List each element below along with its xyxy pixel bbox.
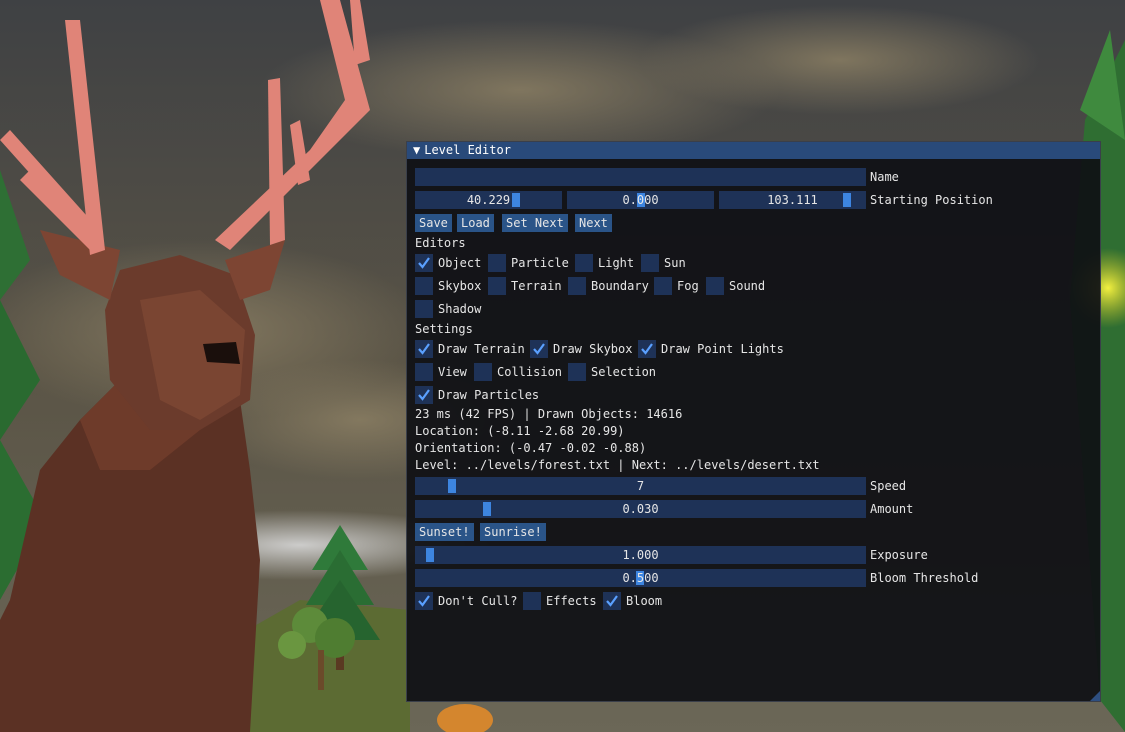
sunset-button[interactable]: Sunset! xyxy=(415,523,474,541)
particle-label: Particle xyxy=(511,256,569,270)
draw-point-lights-label: Draw Point Lights xyxy=(661,342,784,356)
perf-stats: 23 ms (42 FPS) | Drawn Objects: 14616 xyxy=(415,407,683,421)
selection-label: Selection xyxy=(591,365,657,379)
terrain-checkbox[interactable] xyxy=(488,277,506,295)
fog-checkbox[interactable] xyxy=(654,277,672,295)
object-checkbox[interactable] xyxy=(415,254,433,272)
dont-cull-label: Don't Cull? xyxy=(438,594,518,608)
light-checkbox[interactable] xyxy=(575,254,593,272)
draw-terrain-label: Draw Terrain xyxy=(438,342,525,356)
speed-slider[interactable]: 7 xyxy=(415,477,866,495)
checkmark-icon xyxy=(418,595,430,607)
checkmark-icon xyxy=(418,257,430,269)
sun-label: Sun xyxy=(664,256,686,270)
name-input[interactable] xyxy=(415,168,866,186)
settings-header: Settings xyxy=(415,322,473,336)
starting-position-z[interactable]: 103.111 xyxy=(719,191,866,209)
shadow-checkbox[interactable] xyxy=(415,300,433,318)
draw-particles-label: Draw Particles xyxy=(438,388,540,402)
boundary-checkbox[interactable] xyxy=(568,277,586,295)
collision-checkbox[interactable] xyxy=(474,363,492,381)
starting-position-x[interactable]: 40.229 xyxy=(415,191,562,209)
bloom-checkbox[interactable] xyxy=(603,592,621,610)
view-checkbox[interactable] xyxy=(415,363,433,381)
speed-label: Speed xyxy=(870,479,907,493)
window-title: Level Editor xyxy=(424,143,511,157)
sound-checkbox[interactable] xyxy=(706,277,724,295)
checkmark-icon xyxy=(418,343,430,355)
draw-skybox-checkbox[interactable] xyxy=(530,340,548,358)
view-label: View xyxy=(438,365,467,379)
checkmark-icon xyxy=(533,343,545,355)
exposure-slider[interactable]: 1.000 xyxy=(415,546,866,564)
sunrise-button[interactable]: Sunrise! xyxy=(480,523,546,541)
collision-label: Collision xyxy=(497,365,563,379)
effects-label: Effects xyxy=(546,594,597,608)
sun-checkbox[interactable] xyxy=(641,254,659,272)
editors-header: Editors xyxy=(415,236,466,250)
effects-checkbox[interactable] xyxy=(523,592,541,610)
starting-position-y[interactable]: 0.000 xyxy=(567,191,714,209)
bloom-threshold-slider[interactable]: 0.500 xyxy=(415,569,866,587)
level-readout: Level: ../levels/forest.txt | Next: ../l… xyxy=(415,458,820,472)
selection-checkbox[interactable] xyxy=(568,363,586,381)
amount-slider[interactable]: 0.030 xyxy=(415,500,866,518)
starting-position-label: Starting Position xyxy=(870,193,993,207)
boundary-label: Boundary xyxy=(591,279,649,293)
sound-label: Sound xyxy=(729,279,766,293)
fog-label: Fog xyxy=(677,279,699,293)
particle-checkbox[interactable] xyxy=(488,254,506,272)
bloom-label: Bloom xyxy=(626,594,663,608)
terrain-label: Terrain xyxy=(511,279,562,293)
load-button[interactable]: Load xyxy=(457,214,494,232)
next-button[interactable]: Next xyxy=(575,214,612,232)
checkmark-icon xyxy=(418,389,430,401)
checkmark-icon xyxy=(606,595,618,607)
level-editor-window[interactable]: ▼ Level Editor Name 40.229 0.000 103.111 … xyxy=(406,141,1101,702)
draw-skybox-label: Draw Skybox xyxy=(553,342,633,356)
light-label: Light xyxy=(598,256,635,270)
shadow-label: Shadow xyxy=(438,302,482,316)
window-title-bar[interactable]: ▼ Level Editor xyxy=(407,142,1100,159)
save-button[interactable]: Save xyxy=(415,214,452,232)
skybox-checkbox[interactable] xyxy=(415,277,433,295)
draw-particles-checkbox[interactable] xyxy=(415,386,433,404)
checkmark-icon xyxy=(641,343,653,355)
name-label: Name xyxy=(870,170,899,184)
skybox-label: Skybox xyxy=(438,279,482,293)
set-next-button[interactable]: Set Next xyxy=(502,214,568,232)
orientation-readout: Orientation: (-0.47 -0.02 -0.88) xyxy=(415,441,647,455)
dont-cull-checkbox[interactable] xyxy=(415,592,433,610)
amount-label: Amount xyxy=(870,502,914,516)
draw-terrain-checkbox[interactable] xyxy=(415,340,433,358)
draw-point-lights-checkbox[interactable] xyxy=(638,340,656,358)
bloom-threshold-label: Bloom Threshold xyxy=(870,571,979,585)
collapse-triangle-icon[interactable]: ▼ xyxy=(413,143,420,157)
resize-grip-icon[interactable] xyxy=(1090,691,1100,701)
object-label: Object xyxy=(438,256,482,270)
location-readout: Location: (-8.11 -2.68 20.99) xyxy=(415,424,625,438)
exposure-label: Exposure xyxy=(870,548,928,562)
